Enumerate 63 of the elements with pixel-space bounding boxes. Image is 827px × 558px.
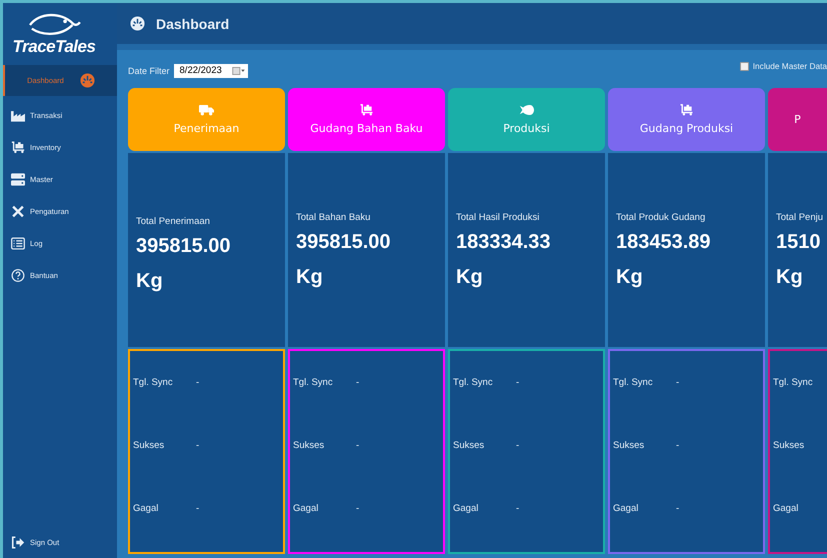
stat-label: Total Penerimaan [136,216,210,226]
sync-label: Gagal [133,503,160,514]
stat-label: Total Bahan Baku [296,212,370,222]
checkbox[interactable] [740,62,749,70]
stat-value: 183334.33 [456,230,551,254]
sync-value: - [676,440,680,451]
sync-value: - [356,503,360,514]
list-icon [11,236,25,250]
cart-icon [359,104,374,116]
sync-label: Gagal [773,503,800,514]
sign-out-icon [11,536,25,548]
stat-unit: Kg [616,266,643,288]
category-tile[interactable]: Gudang Produksi [608,88,765,151]
category-tile[interactable]: P [768,88,827,151]
sync-value: - [356,377,360,388]
stat-unit: Kg [776,266,803,288]
sync-value: - [516,440,520,451]
sync-value: - [196,503,200,514]
stat-unit: Kg [296,266,323,288]
sync-label: Sukses [453,440,486,451]
sync-label: Sukses [773,440,806,451]
sync-label: Sukses [133,440,166,451]
sync-label: Tgl. Sync [453,377,494,388]
sync-label: Gagal [613,503,640,514]
truck-icon [199,104,214,116]
help-icon [11,268,25,282]
sync-label: Tgl. Sync [293,377,334,388]
sync-label: Gagal [293,503,320,514]
stat-label: Total Hasil Produksi [456,212,540,222]
sync-label: Sukses [613,440,646,451]
page-title: Dashboard [156,16,230,32]
sync-value: - [676,503,680,514]
include-master-label: Include Master Data [752,61,827,71]
stat-value: 1510 [776,230,820,254]
sync-value: - [676,377,680,388]
stat-label: Total Penju [776,212,824,222]
sync-value: - [196,377,200,388]
sync-label: Gagal [453,503,480,514]
date-filter-label: Date Filter [128,66,170,76]
gauge-icon [80,73,95,88]
logo: TraceTales [3,3,105,65]
sync-label: Tgl. Sync [133,377,174,388]
date-field[interactable]: 8/22/2023 [174,64,248,78]
stat-value: 395815.00 [296,230,391,254]
cart-icon [11,140,25,154]
gauge-icon [130,16,145,31]
stat-value: 183453.89 [616,230,711,254]
stat-value: 395815.00 [136,234,231,258]
stat-label: Total Produk Gudang [616,212,706,222]
sync-value: - [196,440,200,451]
factory-icon [11,108,25,122]
stat-unit: Kg [456,266,483,288]
calendar-icon [232,66,245,74]
server-icon [11,172,25,186]
sync-label: Sukses [293,440,326,451]
sync-label: Tgl. Sync [613,377,654,388]
stat-unit: Kg [136,270,163,292]
fish-icon [519,104,534,116]
sync-value: - [356,440,360,451]
sync-value: - [516,503,520,514]
sync-value: - [516,377,520,388]
sync-label: Tgl. Sync [773,377,814,388]
cart-icon [679,104,694,116]
